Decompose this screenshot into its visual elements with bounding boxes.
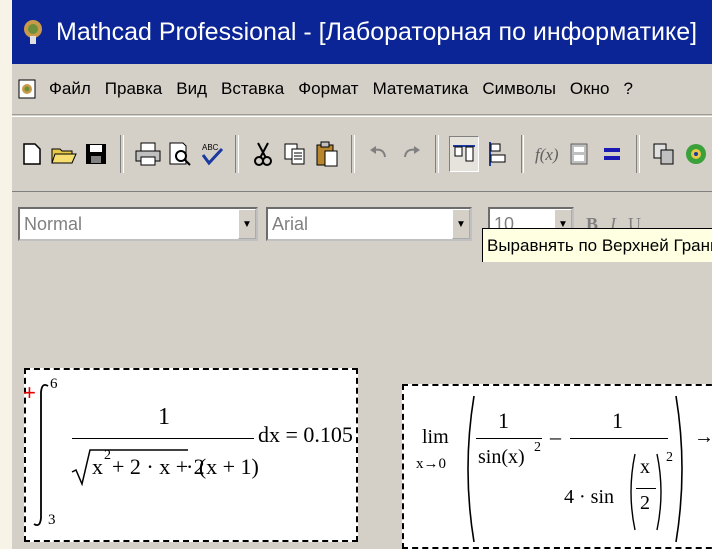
term1-fraction-bar <box>476 438 542 439</box>
font-value: Arial <box>272 213 309 234</box>
menu-window[interactable]: Окно <box>563 79 617 99</box>
unit-icon <box>570 143 588 165</box>
font-combo[interactable]: Arial ▼ <box>266 207 472 241</box>
menu-math[interactable]: Математика <box>366 79 476 99</box>
svg-text:f(x): f(x) <box>535 145 559 164</box>
paste-clipboard-icon <box>316 141 338 167</box>
insert-component-button[interactable] <box>650 137 678 171</box>
equals-icon <box>604 148 621 160</box>
math-region-limit[interactable]: lim x→0 1 sin(x) 2 – 1 4 · sin x 2 2 → <box>402 384 712 549</box>
resources-button[interactable] <box>682 137 710 171</box>
right-parenthesis-icon <box>675 395 683 543</box>
toolbar-separator <box>636 135 641 173</box>
print-preview-icon <box>169 142 191 166</box>
print-button[interactable] <box>134 137 162 171</box>
inner-fraction-bar <box>636 488 656 489</box>
document-icon[interactable] <box>18 79 36 99</box>
cut-button[interactable] <box>249 137 277 171</box>
lim-subscript: x→0 <box>416 456 446 472</box>
fraction-bar <box>72 438 254 439</box>
radicand-exponent: 2 <box>104 448 111 463</box>
inner-fraction-numerator: x <box>640 456 650 478</box>
svg-text:ABC: ABC <box>202 143 219 152</box>
chevron-down-icon[interactable]: ▼ <box>452 209 470 239</box>
lower-limit: 3 <box>48 512 56 528</box>
copy-icon <box>284 143 305 165</box>
lim-label: lim <box>422 426 449 448</box>
printer-icon <box>135 142 161 166</box>
new-button[interactable] <box>18 137 46 171</box>
floppy-disk-icon <box>85 144 106 164</box>
redo-button[interactable] <box>397 137 425 171</box>
open-button[interactable] <box>50 137 78 171</box>
toolbar-separator <box>119 135 124 173</box>
worksheet[interactable]: + 6 3 1 x 2 + 2 · x + 2 · (x + 1) dx = 0… <box>12 262 712 549</box>
redo-icon <box>403 146 420 158</box>
open-folder-icon <box>51 148 77 164</box>
mathcad-window: Mathcad Professional - [Лабораторная по … <box>12 0 712 549</box>
style-value: Normal <box>24 213 83 234</box>
menu-symbolics[interactable]: Символы <box>475 79 563 99</box>
inner-fraction-denominator: 2 <box>640 492 650 514</box>
factor-term: · (x + 1) <box>186 454 259 479</box>
align-top-icon <box>452 145 475 162</box>
save-button[interactable] <box>82 137 110 171</box>
standard-toolbar: ABC f(x) <box>12 116 712 192</box>
paste-button[interactable] <box>313 137 341 171</box>
component-icon <box>653 143 674 165</box>
term1-exponent: 2 <box>534 440 541 455</box>
title-bar[interactable]: Mathcad Professional - [Лабораторная по … <box>12 0 712 64</box>
integral-sign-icon <box>33 383 49 527</box>
calculate-button[interactable] <box>598 137 626 171</box>
tooltip: Выравнять по Верхней Границе <box>482 228 712 264</box>
toolbar-separator <box>434 135 439 173</box>
insert-function-button[interactable]: f(x) <box>534 137 562 171</box>
integral-result: dx = 0.105 <box>258 422 353 447</box>
term1-denominator: sin(x) <box>478 446 525 468</box>
minus-sign: – <box>550 424 561 449</box>
align-left-button[interactable] <box>483 137 511 171</box>
inner-right-parenthesis-icon <box>656 453 662 531</box>
resource-gear-icon <box>686 144 707 164</box>
numerator: 1 <box>158 404 170 430</box>
function-fx-icon: f(x) <box>535 145 559 164</box>
toolbar-separator <box>520 135 525 173</box>
undo-button[interactable] <box>365 137 393 171</box>
align-top-button[interactable] <box>448 136 479 172</box>
term2-numerator: 1 <box>612 408 623 433</box>
insert-unit-button[interactable] <box>566 137 594 171</box>
tooltip-text: Выравнять по Верхней Границе <box>487 236 712 255</box>
spell-check-button[interactable]: ABC <box>198 137 226 171</box>
menu-view[interactable]: Вид <box>169 79 214 99</box>
menu-format[interactable]: Формат <box>291 79 365 99</box>
term2-exponent: 2 <box>666 450 673 465</box>
window-title: Mathcad Professional - [Лабораторная по … <box>56 17 698 46</box>
menu-bar: Файл Правка Вид Вставка Формат Математик… <box>12 64 712 115</box>
left-parenthesis-icon <box>467 395 475 543</box>
symbolic-arrow: → <box>694 426 712 448</box>
undo-icon <box>369 146 386 158</box>
upper-limit: 6 <box>50 376 58 392</box>
inner-left-parenthesis-icon <box>630 453 636 531</box>
spell-check-icon: ABC <box>201 143 223 166</box>
new-document-icon <box>23 143 41 165</box>
print-preview-button[interactable] <box>166 137 194 171</box>
copy-button[interactable] <box>281 137 309 171</box>
toolbar-separator <box>351 135 356 173</box>
menu-insert[interactable]: Вставка <box>214 79 291 99</box>
term2-denominator-prefix: 4 · sin <box>564 486 614 508</box>
menu-help[interactable]: ? <box>616 79 639 99</box>
menu-file[interactable]: Файл <box>42 79 98 99</box>
style-combo[interactable]: Normal ▼ <box>18 207 258 241</box>
chevron-down-icon[interactable]: ▼ <box>238 209 256 239</box>
term2-fraction-bar <box>570 438 668 439</box>
term1-numerator: 1 <box>498 408 509 433</box>
radicand-x: x <box>92 454 103 479</box>
menu-edit[interactable]: Правка <box>98 79 169 99</box>
math-region-integral[interactable]: + 6 3 1 x 2 + 2 · x + 2 · (x + 1) dx = 0… <box>23 368 358 542</box>
toolbar-separator <box>235 135 240 173</box>
scissors-icon <box>254 142 273 166</box>
align-left-icon <box>488 142 506 166</box>
mathcad-app-icon <box>24 20 42 44</box>
